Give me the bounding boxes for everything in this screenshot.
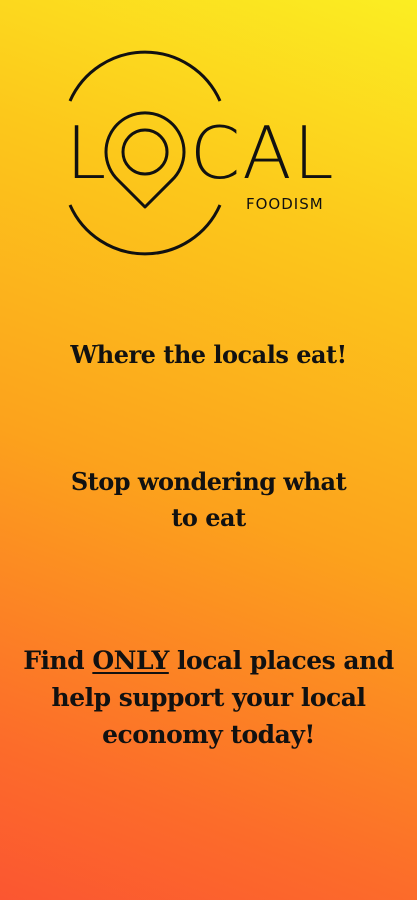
tagline-where-locals-eat: Where the locals eat! [70, 340, 347, 369]
tagline-only-emphasis: ONLY [92, 646, 169, 675]
tagline-find-local: Find ONLY local places and help support … [0, 642, 417, 753]
location-pin-icon [104, 111, 186, 209]
tagline-find-prefix: Find [23, 646, 93, 675]
logo-subtitle: FOODISM [246, 195, 324, 213]
local-foodism-logo: L CAL FOODISM [0, 0, 417, 260]
tagline-stop-wondering: Stop wondering what to eat [70, 467, 347, 532]
logo-top-arc [68, 50, 222, 102]
logo-bottom-arc [68, 204, 222, 256]
logo-letter-l: L [66, 111, 109, 195]
logo-letters-cal: CAL [190, 111, 336, 195]
